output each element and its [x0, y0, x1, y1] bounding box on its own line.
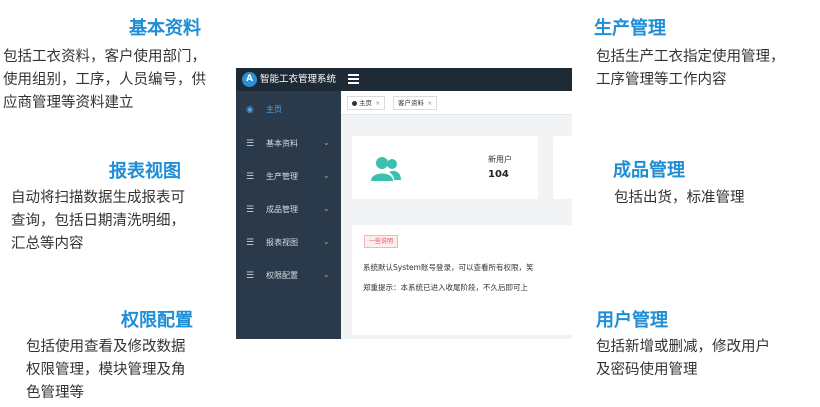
- feature-report-line-3: 汇总等内容: [11, 236, 84, 252]
- feature-user-desc: 包括新增或删减，修改用户 及密码使用管理: [596, 336, 770, 382]
- chevron-down-icon: ⌄: [323, 270, 330, 279]
- stat-card-new-users: 新用户 104: [352, 136, 538, 199]
- list-icon: ☰: [246, 238, 255, 248]
- feature-product-desc: 包括出货，标准管理: [614, 187, 745, 210]
- feature-permission-line-3: 色管理等: [26, 385, 84, 401]
- sidebar-item-label: 基本资料: [266, 139, 298, 148]
- feature-production-line-2: 工序管理等工作内容: [596, 72, 727, 88]
- feature-product-title: 成品管理: [613, 160, 685, 181]
- sidebar-item-permission[interactable]: ☰ 权限配置 ⌄: [236, 267, 341, 285]
- stat-card-partial: [553, 136, 572, 199]
- chevron-down-icon: ⌄: [323, 237, 330, 246]
- tab-label: 主页: [359, 99, 372, 107]
- list-icon: ☰: [246, 205, 255, 215]
- sidebar-item-basic[interactable]: ☰ 基本资料 ⌄: [236, 135, 341, 153]
- sidebar-item-label: 报表视图: [266, 238, 298, 247]
- feature-basic-line-1: 包括工衣资料，客户使用部门，: [3, 49, 206, 65]
- tab-customer[interactable]: 客户资料 ×: [393, 96, 438, 110]
- feature-basic-line-3: 应商管理等资料建立: [3, 95, 134, 111]
- notice-line-1: 系统默认System账号登录，可以查看所有权限，笑: [363, 263, 534, 272]
- sidebar-item-home[interactable]: ◉ 主页: [236, 101, 341, 119]
- app-topbar: A 智能工衣管理系统: [236, 68, 572, 91]
- active-dot-icon: [352, 100, 357, 106]
- close-icon[interactable]: ×: [427, 99, 432, 107]
- feature-user-line-1: 包括新增或删减，修改用户: [596, 339, 770, 355]
- tab-label: 客户资料: [398, 99, 424, 107]
- feature-permission-line-1: 包括使用查看及修改数据: [26, 339, 186, 355]
- stat-value: 104: [488, 169, 509, 180]
- feature-report-line-1: 自动将扫描数据生成报表可: [11, 190, 185, 206]
- feature-permission-line-2: 权限管理，模块管理及角: [26, 362, 186, 378]
- sidebar-item-label: 生产管理: [266, 172, 298, 181]
- app-logo-icon: A: [242, 72, 257, 87]
- app-sidebar: ◉ 主页 ☰ 基本资料 ⌄ ☰ 生产管理 ⌄ ☰ 成品管理 ⌄ ☰ 报表视图 ⌄…: [236, 91, 341, 339]
- notice-card: 一些说明 系统默认System账号登录，可以查看所有权限，笑 郑重提示：本系统已…: [352, 225, 572, 335]
- sidebar-item-production[interactable]: ☰ 生产管理 ⌄: [236, 168, 341, 186]
- notice-badge: 一些说明: [364, 235, 399, 248]
- sidebar-item-label: 权限配置: [266, 271, 298, 280]
- feature-basic-line-2: 使用组别，工序，人员编号，供: [3, 72, 206, 88]
- hamburger-menu-icon[interactable]: [348, 74, 359, 84]
- feature-report-desc: 自动将扫描数据生成报表可 查询，包括日期清洗明细， 汇总等内容: [11, 187, 185, 256]
- sidebar-item-label: 主页: [266, 105, 282, 114]
- feature-basic-title: 基本资料: [129, 18, 201, 39]
- notice-line-2: 郑重提示：本系统已进入收尾阶段，不久后即可上: [363, 283, 528, 292]
- feature-user-title: 用户管理: [596, 310, 668, 331]
- feature-basic-desc: 包括工衣资料，客户使用部门， 使用组别，工序，人员编号，供 应商管理等资料建立: [3, 46, 206, 115]
- tab-home[interactable]: 主页 ×: [347, 96, 386, 110]
- feature-product-line-1: 包括出货，标准管理: [614, 190, 745, 206]
- list-icon: ☰: [246, 172, 255, 182]
- feature-production-title: 生产管理: [594, 18, 666, 39]
- feature-permission-title: 权限配置: [121, 310, 193, 331]
- feature-user-line-2: 及密码使用管理: [596, 362, 698, 378]
- list-icon: ☰: [246, 271, 255, 281]
- tab-bar: 主页 × 客户资料 ×: [341, 91, 572, 115]
- sidebar-item-product[interactable]: ☰ 成品管理 ⌄: [236, 201, 341, 219]
- close-icon[interactable]: ×: [375, 99, 380, 107]
- stat-label: 新用户: [488, 155, 512, 164]
- app-content: 主页 × 客户资料 × 新用户 104 一些说明 系统默认System账号登录，可以…: [341, 91, 572, 339]
- app-title: 智能工衣管理系统: [260, 74, 337, 85]
- sidebar-item-report[interactable]: ☰ 报表视图 ⌄: [236, 234, 341, 252]
- chevron-down-icon: ⌄: [323, 204, 330, 213]
- app-screenshot: A 智能工衣管理系统 ◉ 主页 ☰ 基本资料 ⌄ ☰ 生产管理 ⌄ ☰ 成品管理…: [236, 68, 572, 339]
- list-icon: ☰: [246, 139, 255, 149]
- feature-production-line-1: 包括生产工衣指定使用管理，: [596, 49, 785, 65]
- sidebar-item-label: 成品管理: [266, 205, 298, 214]
- users-icon: [371, 157, 401, 181]
- feature-production-desc: 包括生产工衣指定使用管理， 工序管理等工作内容: [596, 46, 785, 92]
- dashboard-icon: ◉: [246, 105, 254, 115]
- feature-report-line-2: 查询，包括日期清洗明细，: [11, 213, 185, 229]
- feature-permission-desc: 包括使用查看及修改数据 权限管理，模块管理及角 色管理等: [26, 336, 186, 405]
- feature-report-title: 报表视图: [109, 161, 181, 182]
- chevron-down-icon: ⌄: [323, 171, 330, 180]
- chevron-down-icon: ⌄: [323, 138, 330, 147]
